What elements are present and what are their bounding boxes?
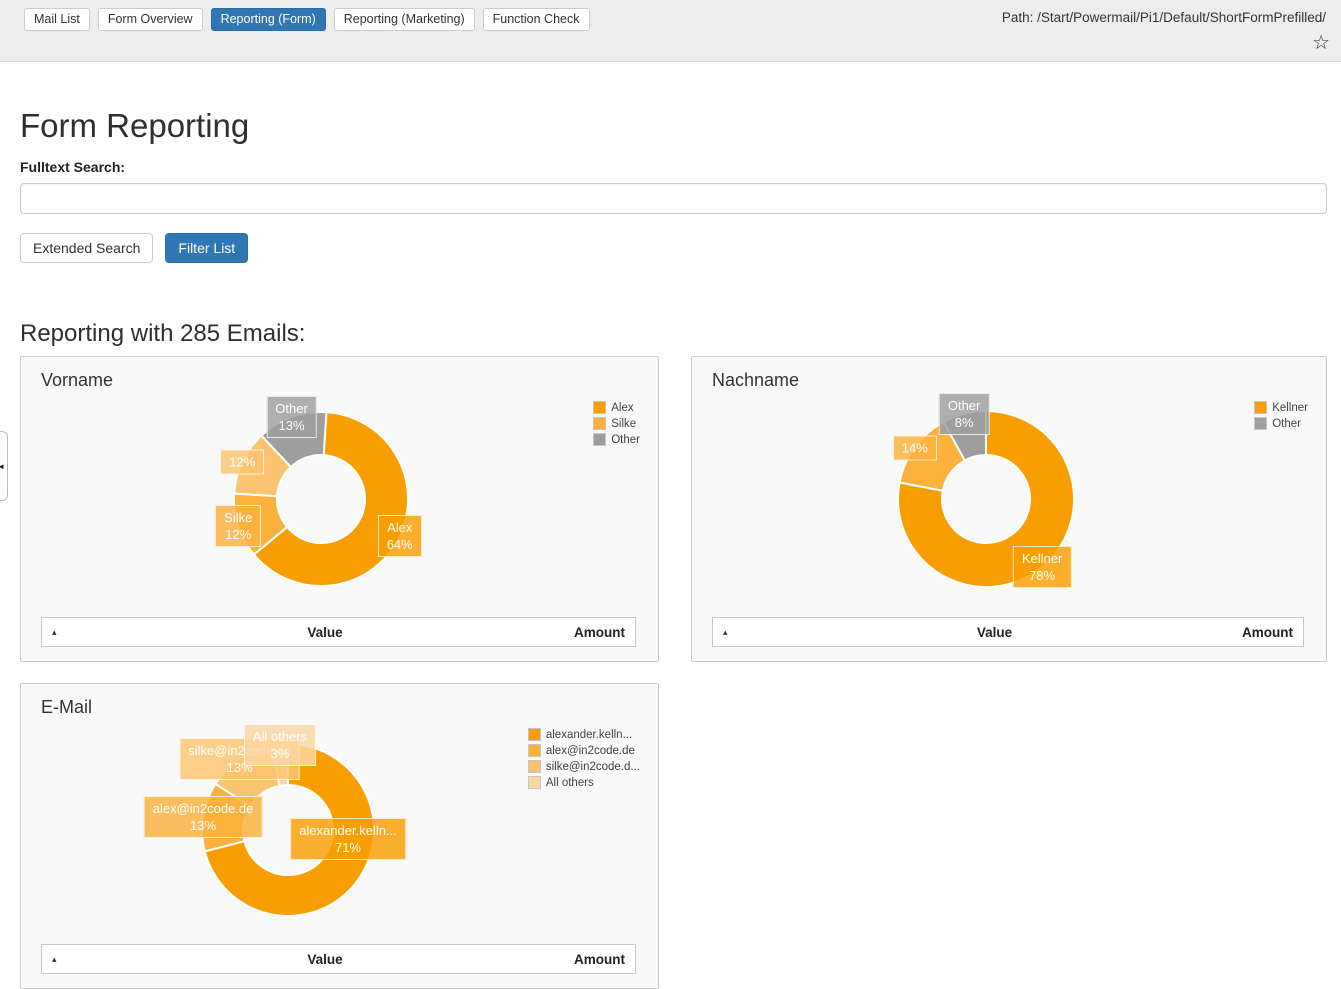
legend-label: Silke — [611, 418, 636, 430]
column-header-value[interactable]: Value — [76, 625, 574, 640]
chart-panel-email: E-Mail alexander.kelln...71%alex@in2code… — [20, 683, 659, 989]
legend-item: All others — [528, 776, 640, 789]
legend-label: alex@in2code.de — [546, 745, 635, 757]
legend-swatch — [1254, 401, 1267, 414]
chart-panel-vorname: Vorname Alex64%Silke12%12%Other13% AlexS… — [20, 356, 659, 662]
tab-reporting-form[interactable]: Reporting (Form) — [211, 8, 326, 31]
column-header-amount[interactable]: Amount — [574, 625, 625, 640]
legend-label: Other — [1272, 418, 1301, 430]
donut-chart-nachname — [692, 357, 1326, 661]
bookmark-star-icon[interactable]: ☆ — [1312, 33, 1330, 53]
function-tabs: Mail List Form Overview Reporting (Form) Re… — [24, 8, 590, 31]
fulltext-search-label: Fulltext Search: — [20, 159, 1341, 175]
filter-list-button[interactable]: Filter List — [165, 233, 248, 263]
legend-label: alexander.kelln... — [546, 729, 632, 741]
section-heading: Reporting with 285 Emails: — [20, 320, 1341, 348]
column-header-amount[interactable]: Amount — [574, 952, 625, 967]
legend-item: alex@in2code.de — [528, 744, 640, 757]
legend-item: Alex — [593, 401, 640, 414]
legend-item: alexander.kelln... — [528, 728, 640, 741]
legend-swatch — [528, 760, 541, 773]
chart-panel-nachname: Nachname Kellner78%14%Other8% KellnerOth… — [691, 356, 1327, 662]
legend-swatch — [593, 417, 606, 430]
breadcrumb-path: Path: /Start/Powermail/Pi1/Default/Short… — [1002, 10, 1326, 25]
chart-legend: alexander.kelln... alex@in2code.de silke@i… — [528, 728, 640, 792]
legend-label: All others — [546, 777, 594, 789]
search-actions: Extended Search Filter List — [20, 233, 1341, 263]
legend-label: silke@in2code.d... — [546, 761, 640, 773]
chart-legend: Alex Silke Other — [593, 401, 640, 449]
legend-label: Alex — [611, 402, 633, 414]
legend-swatch — [593, 433, 606, 446]
donut-chart-vorname — [21, 357, 658, 661]
legend-swatch — [528, 744, 541, 757]
column-header-amount[interactable]: Amount — [1242, 625, 1293, 640]
fulltext-search-input[interactable] — [20, 183, 1327, 214]
tab-reporting-marketing[interactable]: Reporting (Marketing) — [334, 8, 475, 31]
legend-label: Kellner — [1272, 402, 1308, 414]
column-header-value[interactable]: Value — [76, 952, 574, 967]
sort-asc-icon[interactable]: ▴ — [52, 954, 76, 965]
legend-item: Silke — [593, 417, 640, 430]
top-function-bar: Mail List Form Overview Reporting (Form) Re… — [0, 0, 1341, 62]
tab-form-overview[interactable]: Form Overview — [98, 8, 203, 31]
column-header-value[interactable]: Value — [747, 625, 1242, 640]
sort-asc-icon[interactable]: ▴ — [52, 627, 76, 638]
extended-search-button[interactable]: Extended Search — [20, 233, 153, 263]
chart-table-header: ▴ Value Amount — [41, 617, 636, 647]
arrow-left-icon: ◄ — [0, 462, 5, 471]
legend-swatch — [1254, 417, 1267, 430]
tab-mail-list[interactable]: Mail List — [24, 8, 90, 31]
legend-swatch — [593, 401, 606, 414]
chart-table-header: ▴ Value Amount — [41, 944, 636, 974]
legend-item: silke@in2code.d... — [528, 760, 640, 773]
page-title: Form Reporting — [20, 108, 1341, 144]
legend-label: Other — [611, 434, 640, 446]
legend-item: Kellner — [1254, 401, 1308, 414]
sort-asc-icon[interactable]: ▴ — [723, 627, 747, 638]
sidebar-collapse-handle[interactable]: ◄ — [0, 431, 8, 501]
legend-item: Other — [593, 433, 640, 446]
legend-swatch — [528, 728, 541, 741]
charts-area: Vorname Alex64%Silke12%12%Other13% AlexS… — [20, 356, 1327, 989]
chart-legend: Kellner Other — [1254, 401, 1308, 433]
tab-function-check[interactable]: Function Check — [483, 8, 590, 31]
chart-table-header: ▴ Value Amount — [712, 617, 1304, 647]
legend-swatch — [528, 776, 541, 789]
legend-item: Other — [1254, 417, 1308, 430]
